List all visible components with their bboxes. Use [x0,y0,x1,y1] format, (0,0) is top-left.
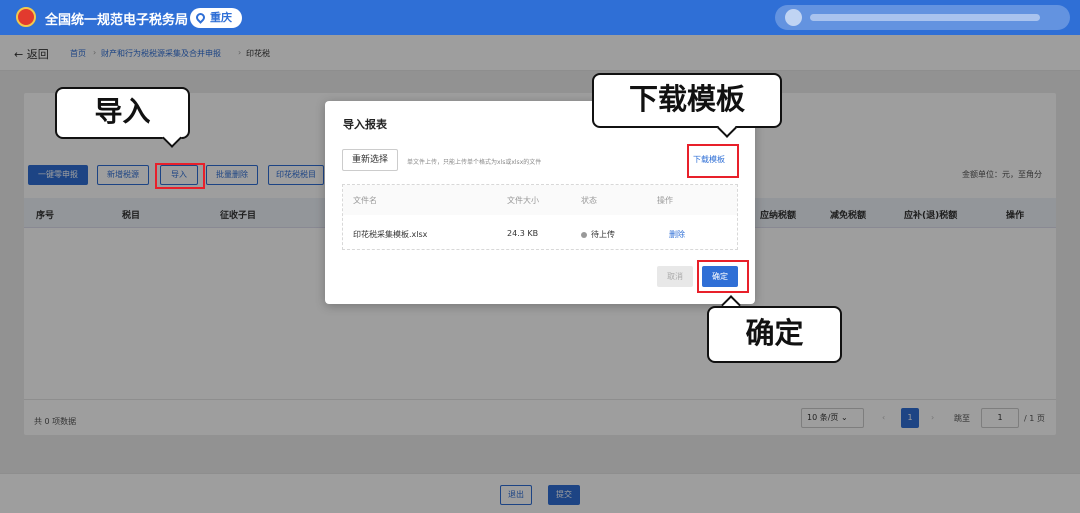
chevron-down-icon: ⌄ [840,413,848,422]
page-size-select[interactable]: 10 条/页 ⌄ [801,408,864,428]
batch-delete-button[interactable]: 批量删除 [206,165,258,185]
download-template-link[interactable]: 下载模板 [693,154,725,165]
goto-label: 跳至 [954,414,970,423]
callout-confirm-text: 确定 [745,316,804,350]
file-status-text: 待上传 [591,230,615,239]
delete-file-link[interactable]: 删除 [669,229,685,240]
dialog-title: 导入报表 [343,118,387,131]
status-dot-icon [581,231,587,238]
footer-bar: 退出 提交 [0,473,1080,513]
region-label: 重庆 [210,11,232,24]
breadcrumb-separator: › [93,48,97,57]
file-status: 待上传 [581,229,615,240]
back-button[interactable]: ← 返回 [14,46,49,62]
column-header-index: 序号 [36,211,55,221]
stamp-tax-items-button[interactable]: 印花税税目 [268,165,324,185]
file-size: 24.3 KB [507,229,539,238]
page-number-current[interactable]: 1 [901,408,919,428]
add-tax-source-button[interactable]: 新增税源 [97,165,149,185]
import-report-dialog: 导入报表 重新选择 单文件上传，只能上传单个格式为xls或xlsx的文件 下载模… [325,101,755,304]
column-header-tax-payable: 应纳税额 [760,211,797,221]
total-count: 共 0 项数据 [34,417,77,426]
file-table: 文件名 文件大小 状态 操作 印花税采集模板.xlsx 24.3 KB 待上传 … [342,184,738,250]
file-table-header: 文件名 文件大小 状态 操作 [343,185,737,215]
app-title: 全国统一规范电子税务局 [45,13,189,28]
column-header-tax-item: 税目 [122,211,141,221]
prev-page-icon[interactable]: ‹ [882,413,892,433]
avatar [785,9,802,26]
total-pages: / 1 页 [1024,414,1045,423]
column-header-status: 状态 [581,196,597,205]
page-size-value: 10 条/页 [807,413,839,422]
redacted-user-info [810,14,1040,21]
breadcrumb-tax-source[interactable]: 财产和行为税税源采集及合并申报 [101,48,221,59]
callout-download-text: 下载模板 [628,82,745,116]
exit-button[interactable]: 退出 [500,485,532,505]
breadcrumb: ← 返回 首页 › 财产和行为税税源采集及合并申报 › 印花税 [0,35,1080,71]
upload-hint: 单文件上传，只能上传单个格式为xls或xlsx的文件 [407,159,542,166]
user-account-menu[interactable] [775,5,1070,30]
location-pin-icon [194,11,207,24]
column-header-tax-reduction: 减免税额 [830,211,867,221]
callout-import-text: 导入 [94,95,151,128]
top-header: 全国统一规范电子税务局 重庆 [0,0,1080,35]
confirm-button[interactable]: 确定 [702,266,738,287]
amount-unit-note: 金额单位：元，至角分 [962,170,1042,179]
column-header-actions: 操作 [1006,211,1025,221]
goto-page-input[interactable]: 1 [981,408,1019,428]
callout-confirm: 确定 [707,306,842,363]
column-header-file-size: 文件大小 [507,196,539,205]
cancel-button[interactable]: 取消 [657,266,693,287]
column-header-sub-item: 征收子目 [220,211,257,221]
next-page-icon[interactable]: › [931,413,941,433]
breadcrumb-current: 印花税 [246,49,270,58]
column-header-action: 操作 [657,196,673,205]
file-name: 印花税采集模板.xlsx [353,230,428,239]
column-header-file-name: 文件名 [353,196,377,205]
breadcrumb-separator: › [238,48,242,57]
breadcrumb-home[interactable]: 首页 [70,48,86,59]
region-selector[interactable]: 重庆 [190,8,242,28]
submit-button[interactable]: 提交 [548,485,580,505]
callout-download-template: 下载模板 [592,73,782,128]
zero-declaration-button[interactable]: 一键零申报 [28,165,88,185]
reselect-file-button[interactable]: 重新选择 [342,149,398,171]
import-button[interactable]: 导入 [160,165,198,185]
tax-bureau-emblem-icon [16,7,36,27]
column-header-tax-due: 应补(退)税额 [904,211,958,221]
